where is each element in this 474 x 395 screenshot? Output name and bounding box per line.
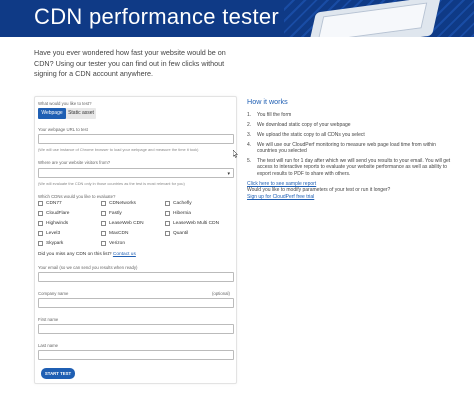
- url-input[interactable]: [38, 134, 234, 144]
- company-input[interactable]: [38, 298, 234, 308]
- cdn-checkbox-cdn77[interactable]: CDN77: [38, 201, 62, 206]
- url-label: Your webpage URL to test: [38, 127, 88, 132]
- checkbox-icon: [38, 231, 43, 236]
- cdn-checkbox-maxcdn[interactable]: MaxCDN: [101, 231, 128, 236]
- visitors-location-hint: (We will evaluate the CDN only in those …: [38, 181, 185, 186]
- checkbox-icon: [165, 231, 170, 236]
- cdn-label: LeaseWeb CDN: [109, 221, 144, 226]
- free-trial-link[interactable]: Sign up for CloudPerf free trial: [247, 194, 457, 200]
- cdn-checkbox-cachefly[interactable]: Cachefly: [165, 201, 192, 206]
- cdn-label: Level3: [46, 231, 61, 236]
- email-input[interactable]: [38, 272, 234, 282]
- visitors-location-select[interactable]: ▾: [38, 168, 234, 178]
- cdn-checkbox-hibernia[interactable]: Hibernia: [165, 211, 191, 216]
- checkbox-icon: [165, 211, 170, 216]
- cdn-label: CDNetworks: [109, 201, 136, 206]
- cdn-checkbox-leaseweb-multi-cdn[interactable]: LeaseWeb Multi CDN: [165, 221, 219, 226]
- page-title: CDN performance tester: [34, 4, 280, 29]
- company-label: Company name: [38, 291, 69, 296]
- step-text: We upload the static copy to all CDNs yo…: [257, 131, 365, 138]
- cdn-checkbox-quantil[interactable]: Quantil: [165, 231, 188, 236]
- cdns-label: Which CDNs would you like to evaluate?: [38, 194, 116, 199]
- checkbox-icon: [101, 231, 106, 236]
- step-text: We will use our CloudPerf monitoring to …: [257, 141, 436, 155]
- cdn-label: CloudFlare: [46, 211, 70, 216]
- checkbox-icon: [38, 241, 43, 246]
- step-item: 1. You fill the form: [247, 112, 457, 118]
- first-name-label: First name: [38, 317, 59, 322]
- missing-cdn-note: Did you miss any CDN on this list? Conta…: [38, 252, 136, 257]
- checkbox-icon: [101, 211, 106, 216]
- last-name-label: Last name: [38, 343, 59, 348]
- cdn-checkbox-cloudflare[interactable]: CloudFlare: [38, 211, 69, 216]
- how-it-works-title: How it works: [247, 97, 288, 106]
- checkbox-icon: [38, 201, 43, 206]
- checkbox-icon: [165, 201, 170, 206]
- cdn-checkbox-skypark[interactable]: Skypark: [38, 241, 63, 246]
- checkbox-icon: [101, 241, 106, 246]
- cdn-label: Quantil: [173, 231, 189, 236]
- cdn-checkbox-level3[interactable]: Level3: [38, 231, 60, 236]
- cdn-label: MaxCDN: [109, 231, 129, 236]
- checkbox-icon: [165, 221, 170, 226]
- cdn-label: Verizon: [109, 241, 125, 246]
- cdn-checkbox-fastly[interactable]: Fastly: [101, 211, 122, 216]
- tab-webpage[interactable]: Webpage: [38, 108, 66, 119]
- step-number: 1.: [247, 112, 252, 118]
- checkbox-icon: [101, 201, 106, 206]
- email-label: Your email (so we can send you results w…: [38, 265, 138, 270]
- cdn-label: Cachefly: [173, 201, 192, 206]
- how-it-works-panel: How it works 1. You fill the form 2. We do…: [247, 97, 457, 200]
- intro-text: Have you ever wondered how fast your web…: [34, 48, 226, 78]
- cdn-label: Fastly: [109, 211, 122, 216]
- checkbox-icon: [38, 221, 43, 226]
- test-form: What would you like to test? Webpage Sta…: [34, 96, 237, 384]
- step-number: 2.: [247, 121, 252, 128]
- hero-banner: CDN performance tester: [0, 0, 474, 37]
- step-item: 3. We upload the static copy to all CDNs …: [247, 132, 457, 138]
- tab-static-asset[interactable]: Static asset: [66, 108, 96, 119]
- checkbox-icon: [38, 211, 43, 216]
- step-item: 5. The test will run for 1 day after whic…: [247, 158, 457, 177]
- step-number: 3.: [247, 131, 252, 138]
- step-text: The test will run for 1 day after which …: [257, 158, 451, 177]
- test-type-label: What would you like to test?: [38, 101, 92, 106]
- cdn-checkbox-highwinds[interactable]: Highwinds: [38, 221, 68, 226]
- checkbox-icon: [101, 221, 106, 226]
- cdn-label: Highwinds: [46, 221, 69, 226]
- step-text: You fill the form: [257, 112, 292, 118]
- step-text: We download static copy of your webpage: [257, 121, 351, 128]
- cdn-label: Hibernia: [173, 211, 191, 216]
- url-hint: (We will use instance of Chrome browser …: [38, 147, 199, 152]
- missing-cdn-text: Did you miss any CDN on this list?: [38, 252, 112, 257]
- last-name-input[interactable]: [38, 350, 234, 360]
- cdn-label: LeaseWeb Multi CDN: [173, 221, 220, 226]
- first-name-input[interactable]: [38, 324, 234, 334]
- step-number: 5.: [247, 158, 252, 165]
- cdn-checkbox-leaseweb-cdn[interactable]: LeaseWeb CDN: [101, 221, 144, 226]
- start-test-button[interactable]: START TEST: [41, 368, 75, 379]
- step-number: 4.: [247, 141, 252, 148]
- chevron-down-icon: ▾: [227, 171, 230, 177]
- company-optional-label: (optional): [212, 291, 230, 296]
- mouse-cursor-icon: [233, 150, 238, 158]
- contact-us-link[interactable]: Contact us: [113, 252, 136, 257]
- cdn-label: CDN77: [46, 201, 62, 206]
- cdn-label: Skypark: [46, 241, 64, 246]
- cdn-checkbox-verizon[interactable]: Verizon: [101, 241, 125, 246]
- step-item: 2. We download static copy of your webpag…: [247, 122, 457, 128]
- visitors-location-label: Where are your website visitors from?: [38, 160, 111, 165]
- step-item: 4. We will use our CloudPerf monitoring t…: [247, 142, 457, 155]
- cdn-checkbox-cdnetworks[interactable]: CDNetworks: [101, 201, 136, 206]
